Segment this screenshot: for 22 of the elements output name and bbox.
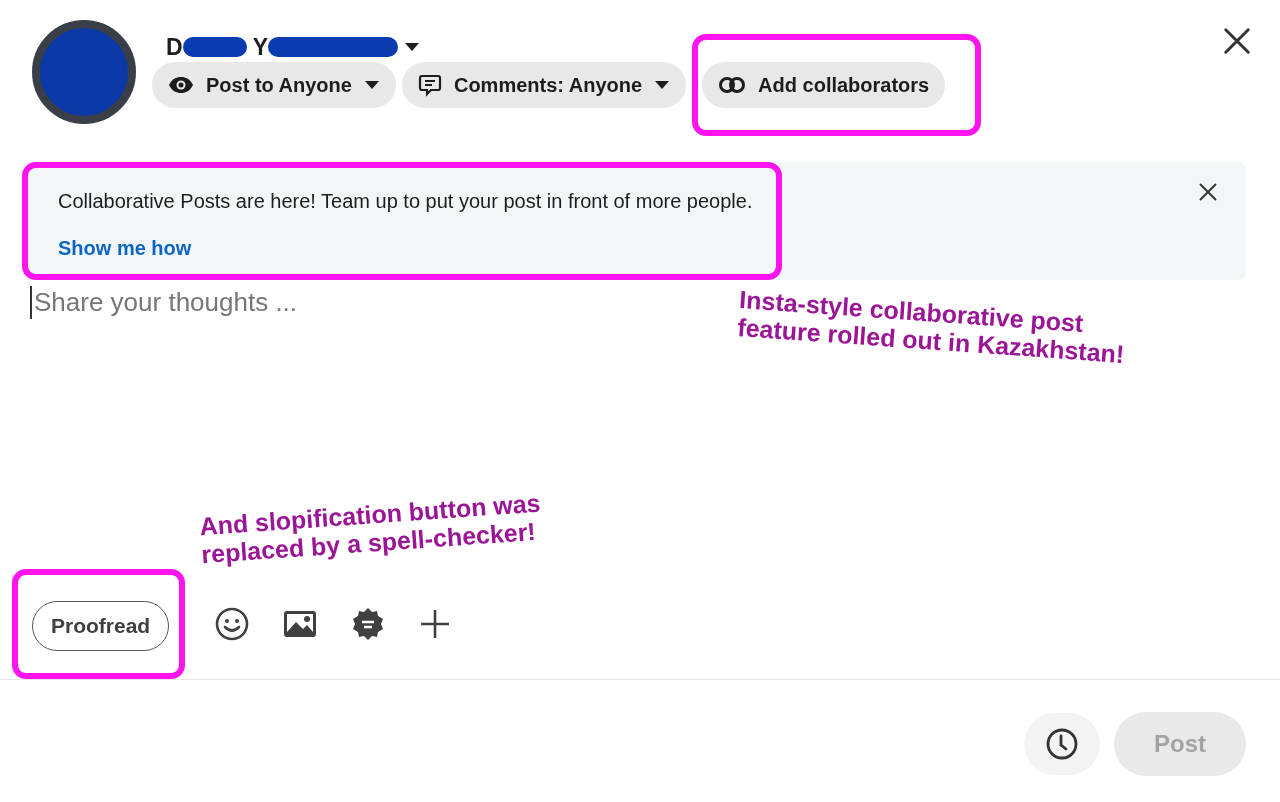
close-icon	[1222, 26, 1252, 56]
audience-chip[interactable]: Add collaborators	[702, 62, 946, 108]
linked-rings-icon	[718, 76, 747, 94]
smiley-icon	[215, 607, 250, 641]
annotation-note: Insta-style collaborative post feature rolled out in Kazakhstan!	[736, 286, 1127, 369]
author-name: D	[166, 33, 183, 61]
plus-icon	[419, 608, 452, 640]
close-icon	[1198, 182, 1218, 202]
clock-icon	[1045, 727, 1079, 761]
post-text-field[interactable]: Share your thoughts ...	[30, 286, 630, 319]
author-name: Y	[252, 33, 268, 61]
banner-text: Collaborative Posts are here! Team up to put your post in front of more people.	[58, 190, 753, 213]
eye-icon	[168, 76, 194, 94]
audience-chip[interactable]: Comments: Anyone	[401, 62, 687, 108]
show-me-how-link[interactable]: Show me how	[58, 237, 753, 260]
image-icon	[283, 610, 318, 638]
speech-bubble-icon	[417, 73, 442, 97]
badge-icon	[351, 607, 386, 641]
redaction-blob	[182, 37, 247, 57]
annotation-note: And slopification button was replaced by a spell-checker!	[198, 487, 543, 569]
audience-chip[interactable]: Post to Anyone	[152, 62, 396, 108]
proofread-button[interactable]: Proofread	[32, 601, 170, 651]
